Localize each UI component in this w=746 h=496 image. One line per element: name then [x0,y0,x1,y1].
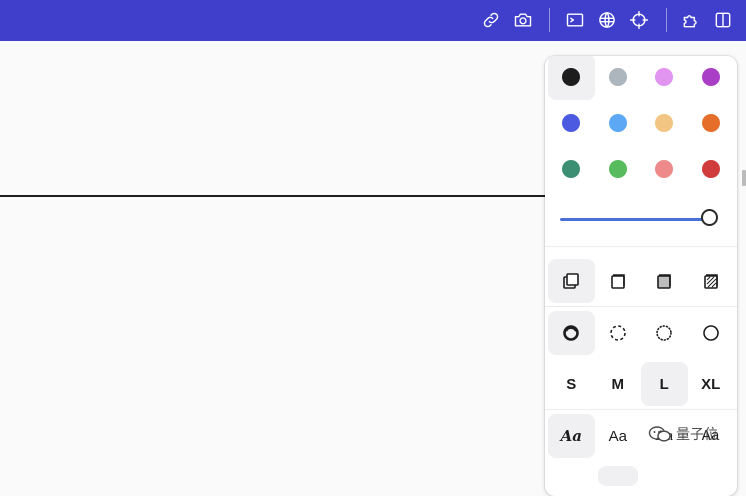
fill-semi-button[interactable] [595,259,642,303]
color-swatch-green[interactable] [548,146,595,192]
color-dot [655,68,674,86]
puzzle-icon[interactable] [679,8,703,32]
color-swatch-black[interactable] [548,56,595,100]
size-m-button[interactable]: M [595,362,642,406]
size-xl-button[interactable]: XL [688,362,735,406]
dash-draw-icon [563,325,580,341]
watermark-text: 量子位 [676,427,718,443]
color-dot [562,160,581,178]
size-label: M [611,375,625,393]
fill-none-button[interactable] [548,259,595,303]
fill-semi-icon [610,274,625,289]
toolbar-separator [666,8,667,32]
panel-divider [545,409,737,410]
color-swatch-light-green[interactable] [595,146,642,192]
top-toolbar [0,0,746,41]
color-dot [655,114,674,132]
color-picker [548,56,734,192]
panel-divider [545,306,737,307]
fill-none-icon [563,273,580,289]
font-label: Aa [560,427,582,445]
size-label: XL [701,375,721,393]
dash-dashed-icon [609,325,626,341]
dash-solid-button[interactable] [688,311,735,355]
size-l-button[interactable]: L [641,362,688,406]
fill-pattern-button[interactable] [688,259,735,303]
opacity-slider-track[interactable] [560,218,710,221]
color-swatch-yellow[interactable] [641,100,688,146]
globe-icon[interactable] [595,8,619,32]
fill-solid-icon [657,274,672,289]
fill-pattern-icon [703,274,718,289]
watermark: 量子位 [648,424,718,444]
canvas-edge-handle [742,170,746,186]
opacity-slider-thumb[interactable] [701,209,718,226]
color-swatch-light-red[interactable] [641,146,688,192]
size-picker: S M L XL [548,362,734,406]
align-option-button[interactable] [598,466,638,486]
color-swatch-violet[interactable] [688,56,735,100]
fill-solid-button[interactable] [641,259,688,303]
drawn-line-shape[interactable] [0,195,545,197]
color-swatch-orange[interactable] [688,100,735,146]
size-label: L [659,375,669,393]
color-swatch-grey[interactable] [595,56,642,100]
color-dot [701,160,720,178]
dash-dotted-icon [656,325,673,341]
color-dot [655,160,674,178]
color-dot [608,160,627,178]
font-draw-button[interactable]: Aa [548,414,595,458]
link-icon[interactable] [479,8,503,32]
dash-draw-button[interactable] [548,311,595,355]
color-swatch-red[interactable] [688,146,735,192]
dash-solid-icon [702,325,719,341]
crosshair-icon[interactable] [627,8,651,32]
color-dot [562,114,581,132]
terminal-icon[interactable] [563,8,587,32]
dash-style-picker [548,311,734,355]
color-swatch-blue[interactable] [548,100,595,146]
color-swatch-light-blue[interactable] [595,100,642,146]
color-dot [562,68,581,86]
dash-dotted-button[interactable] [641,311,688,355]
panel-divider [545,246,737,247]
color-dot [608,68,627,86]
color-dot [701,114,720,132]
dash-dashed-button[interactable] [595,311,642,355]
size-s-button[interactable]: S [548,362,595,406]
wechat-icon [648,426,671,442]
font-label: Aa [608,427,627,445]
font-sans-button[interactable]: Aa [595,414,642,458]
color-dot [608,114,627,132]
camera-icon[interactable] [511,8,535,32]
toolbar-separator [549,8,550,32]
sidebar-toggle-icon[interactable] [711,8,735,32]
fill-style-picker [548,259,734,303]
color-dot [701,68,720,86]
color-swatch-light-violet[interactable] [641,56,688,100]
size-label: S [566,375,577,393]
